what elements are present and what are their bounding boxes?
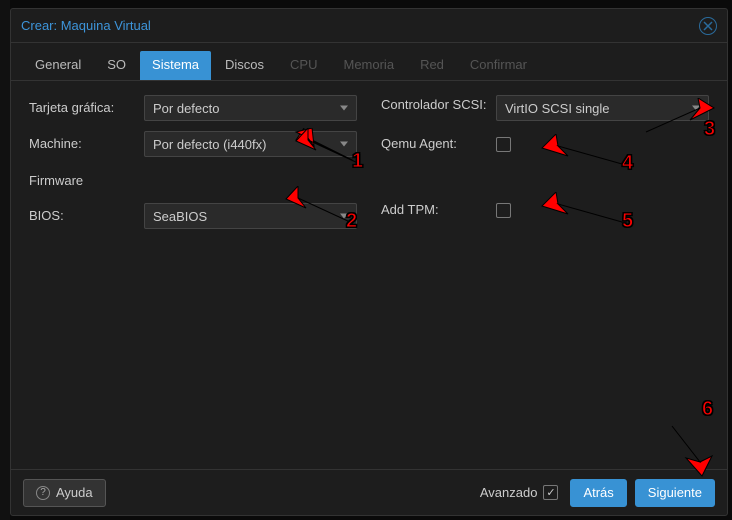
- right-column: Controlador SCSI: VirtIO SCSI single Qem…: [381, 95, 709, 455]
- select-bios-value: SeaBIOS: [153, 209, 207, 224]
- field-machine: Machine: Por defecto (i440fx): [29, 131, 357, 157]
- background-strip: [0, 0, 10, 520]
- select-graphics-value: Por defecto: [153, 101, 220, 116]
- dialog-header: Crear: Maquina Virtual: [11, 9, 727, 43]
- spacer: [381, 167, 709, 187]
- tab-cpu: CPU: [278, 51, 329, 80]
- left-column: Tarjeta gráfica: Por defecto Machine: Po…: [29, 95, 357, 455]
- next-button[interactable]: Siguiente: [635, 479, 715, 507]
- tab-discos[interactable]: Discos: [213, 51, 276, 80]
- back-button[interactable]: Atrás: [570, 479, 626, 507]
- field-qemu: Qemu Agent:: [381, 131, 709, 157]
- checkbox-qemu-agent[interactable]: [496, 137, 511, 152]
- label-firmware: Firmware: [29, 169, 83, 192]
- label-machine: Machine:: [29, 136, 144, 152]
- create-vm-dialog: Crear: Maquina Virtual General SO Sistem…: [10, 8, 728, 516]
- form-body: Tarjeta gráfica: Por defecto Machine: Po…: [11, 81, 727, 469]
- tab-confirmar: Confirmar: [458, 51, 539, 80]
- field-bios: BIOS: SeaBIOS: [29, 203, 357, 229]
- help-icon: ?: [36, 486, 50, 500]
- field-scsi: Controlador SCSI: VirtIO SCSI single: [381, 95, 709, 121]
- wizard-tabs: General SO Sistema Discos CPU Memoria Re…: [11, 43, 727, 81]
- select-machine-value: Por defecto (i440fx): [153, 137, 266, 152]
- select-scsi-value: VirtIO SCSI single: [505, 101, 610, 116]
- dialog-title: Crear: Maquina Virtual: [21, 18, 151, 33]
- advanced-toggle[interactable]: Avanzado ✓: [480, 485, 559, 500]
- select-bios[interactable]: SeaBIOS: [144, 203, 357, 229]
- help-button[interactable]: ? Ayuda: [23, 479, 106, 507]
- field-graphics: Tarjeta gráfica: Por defecto: [29, 95, 357, 121]
- select-machine[interactable]: Por defecto (i440fx): [144, 131, 357, 157]
- label-bios: BIOS:: [29, 208, 144, 224]
- tab-general[interactable]: General: [23, 51, 93, 80]
- field-firmware: Firmware: [29, 167, 357, 193]
- select-scsi[interactable]: VirtIO SCSI single: [496, 95, 709, 121]
- label-tpm: Add TPM:: [381, 202, 496, 218]
- checkbox-advanced[interactable]: ✓: [543, 485, 558, 500]
- tab-so[interactable]: SO: [95, 51, 138, 80]
- label-graphics: Tarjeta gráfica:: [29, 100, 144, 116]
- checkbox-add-tpm[interactable]: [496, 203, 511, 218]
- select-graphics[interactable]: Por defecto: [144, 95, 357, 121]
- close-icon[interactable]: [699, 17, 717, 35]
- tab-sistema[interactable]: Sistema: [140, 51, 211, 80]
- tab-red: Red: [408, 51, 456, 80]
- label-scsi: Controlador SCSI:: [381, 95, 496, 113]
- tab-memoria: Memoria: [331, 51, 406, 80]
- field-tpm: Add TPM:: [381, 197, 709, 223]
- advanced-label: Avanzado: [480, 485, 538, 500]
- label-qemu: Qemu Agent:: [381, 136, 496, 152]
- dialog-footer: ? Ayuda Avanzado ✓ Atrás Siguiente: [11, 469, 727, 515]
- help-label: Ayuda: [56, 485, 93, 500]
